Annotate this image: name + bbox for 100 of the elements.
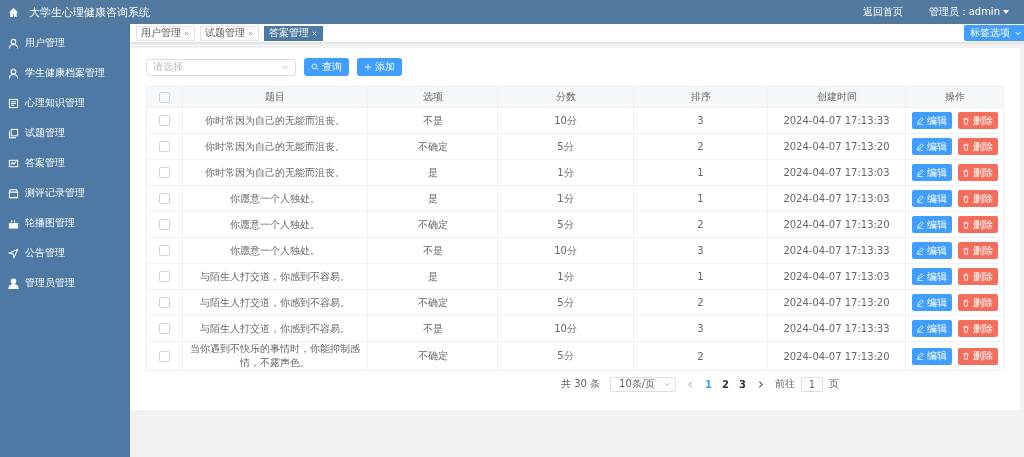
edit-button[interactable]: 编辑 bbox=[911, 320, 952, 337]
tab[interactable]: 答案管理 bbox=[264, 25, 323, 41]
delete-button[interactable]: 删除 bbox=[957, 190, 998, 207]
search-button[interactable]: 查询 bbox=[304, 58, 349, 76]
table-cell: 2 bbox=[633, 289, 768, 316]
add-button[interactable]: 添加 bbox=[357, 58, 402, 76]
row-checkbox[interactable] bbox=[159, 167, 170, 179]
edit-button[interactable]: 编辑 bbox=[911, 190, 952, 207]
row-checkbox[interactable] bbox=[159, 271, 170, 283]
table-cell: 5分 bbox=[497, 289, 634, 316]
row-checkbox[interactable] bbox=[159, 219, 170, 231]
caret-icon bbox=[663, 380, 672, 388]
page-number[interactable]: 2 bbox=[722, 378, 730, 390]
table-cell: 3 bbox=[633, 237, 768, 264]
table-cell: 你愿意一个人独处。 bbox=[182, 211, 368, 238]
row-checkbox[interactable] bbox=[159, 115, 170, 127]
delete-button[interactable]: 删除 bbox=[957, 268, 998, 285]
table-cell: 1分 bbox=[497, 185, 634, 212]
delete-button[interactable]: 删除 bbox=[957, 216, 998, 233]
app-title: 大学生心理健康咨询系统 bbox=[29, 4, 150, 20]
table-cell: 不确定 bbox=[367, 289, 498, 316]
tab[interactable]: 试题管理 bbox=[200, 25, 259, 41]
table-cell: 2024-04-07 17:13:03 bbox=[767, 159, 906, 186]
table-cell: 2024-04-07 17:13:20 bbox=[767, 211, 906, 238]
trash-icon bbox=[962, 168, 970, 177]
paper-plane-icon bbox=[8, 247, 19, 259]
next-page-icon[interactable] bbox=[756, 379, 765, 389]
edit-button[interactable]: 编辑 bbox=[911, 216, 952, 233]
home-icon[interactable] bbox=[8, 6, 19, 18]
table-cell: 你时常因为自己的无能而沮丧。 bbox=[182, 159, 368, 186]
table-cell: 你愿意一个人独处。 bbox=[182, 185, 368, 212]
delete-button[interactable]: 删除 bbox=[957, 138, 998, 155]
edit-button[interactable]: 编辑 bbox=[911, 347, 952, 365]
picture-frame-icon bbox=[8, 157, 19, 169]
sidebar-item[interactable]: 心理知识管理 bbox=[0, 88, 130, 118]
close-icon[interactable] bbox=[247, 29, 254, 37]
delete-button[interactable]: 删除 bbox=[957, 112, 998, 129]
search-icon bbox=[311, 63, 319, 71]
pencil-icon bbox=[916, 194, 924, 203]
table-cell: 是 bbox=[367, 263, 498, 290]
close-icon[interactable] bbox=[183, 29, 190, 37]
table-cell: 当你遇到不快乐的事情时，你能抑制感情，不露声色。 bbox=[182, 341, 368, 371]
tab-options-button[interactable]: 标签选项 bbox=[964, 25, 1024, 41]
trash-icon bbox=[962, 352, 970, 360]
caret-icon bbox=[1014, 29, 1022, 37]
edit-button[interactable]: 编辑 bbox=[911, 294, 952, 311]
table-cell: 不是 bbox=[367, 107, 498, 134]
table-cell: 5分 bbox=[497, 341, 634, 371]
delete-button[interactable]: 删除 bbox=[957, 242, 998, 259]
tab[interactable]: 用户管理 bbox=[136, 25, 195, 41]
edit-button[interactable]: 编辑 bbox=[911, 268, 952, 285]
user-menu[interactable]: 管理员：admin bbox=[928, 5, 1010, 19]
delete-button[interactable]: 删除 bbox=[957, 294, 998, 311]
sidebar-item[interactable]: 管理员管理 bbox=[0, 268, 130, 298]
trash-icon bbox=[962, 272, 970, 281]
sidebar-item[interactable]: 学生健康档案管理 bbox=[0, 58, 130, 88]
sidebar-label: 试题管理 bbox=[25, 126, 65, 140]
row-checkbox[interactable] bbox=[159, 193, 170, 205]
trash-icon bbox=[962, 246, 970, 255]
row-checkbox[interactable] bbox=[159, 297, 170, 309]
sidebar-item[interactable]: 答案管理 bbox=[0, 148, 130, 178]
pencil-icon bbox=[916, 142, 924, 151]
sidebar-item[interactable]: 公告管理 bbox=[0, 238, 130, 268]
delete-button[interactable]: 删除 bbox=[957, 320, 998, 337]
table-cell: 1分 bbox=[497, 263, 634, 290]
edit-button[interactable]: 编辑 bbox=[911, 164, 952, 181]
table-cell: 10分 bbox=[497, 107, 634, 134]
row-checkbox[interactable] bbox=[159, 141, 170, 153]
sidebar-item[interactable]: 试题管理 bbox=[0, 118, 130, 148]
box-icon bbox=[8, 187, 19, 199]
row-checkbox[interactable] bbox=[159, 245, 170, 257]
total-count: 共 30 条 bbox=[561, 377, 601, 391]
sidebar-item[interactable]: 测评记录管理 bbox=[0, 178, 130, 208]
table-cell: 5分 bbox=[497, 211, 634, 238]
page-number[interactable]: 1 bbox=[705, 378, 713, 390]
sidebar-label: 轮播图管理 bbox=[25, 216, 75, 230]
row-checkbox[interactable] bbox=[159, 350, 170, 362]
table-cell: 5分 bbox=[497, 133, 634, 160]
pencil-icon bbox=[916, 168, 924, 177]
goto-field[interactable]: 1 bbox=[801, 376, 823, 392]
edit-button[interactable]: 编辑 bbox=[911, 242, 952, 259]
row-checkbox[interactable] bbox=[159, 323, 170, 335]
select-all-checkbox[interactable] bbox=[159, 91, 170, 103]
home-link[interactable]: 返回首页 bbox=[862, 5, 903, 19]
edit-button[interactable]: 编辑 bbox=[911, 112, 952, 129]
sidebar-item[interactable]: 用户管理 bbox=[0, 28, 130, 58]
pencil-icon bbox=[916, 324, 924, 333]
sidebar-label: 学生健康档案管理 bbox=[25, 66, 105, 80]
delete-button[interactable]: 删除 bbox=[957, 164, 998, 181]
delete-button[interactable]: 删除 bbox=[957, 347, 998, 365]
select-field[interactable]: 请选择 bbox=[146, 58, 296, 76]
goto-label: 前往 bbox=[775, 377, 795, 391]
table-cell: 10分 bbox=[497, 315, 634, 342]
table-cell: 你愿意一个人独处。 bbox=[182, 237, 368, 264]
page-size-select[interactable]: 10条/页 bbox=[610, 376, 677, 392]
page-number[interactable]: 3 bbox=[739, 378, 746, 390]
table-cell: 是 bbox=[367, 185, 498, 212]
edit-button[interactable]: 编辑 bbox=[911, 138, 952, 155]
sidebar-item[interactable]: 轮播图管理 bbox=[0, 208, 130, 238]
column-header: 选项 bbox=[367, 86, 498, 108]
